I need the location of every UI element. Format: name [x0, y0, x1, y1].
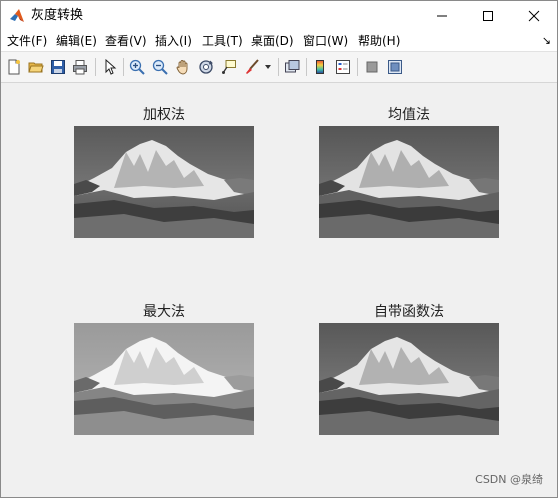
toolbar-separator — [123, 58, 124, 76]
zoom-in-icon[interactable] — [127, 57, 147, 77]
new-figure-icon[interactable] — [4, 57, 24, 77]
minimize-icon — [437, 15, 447, 17]
open-file-icon[interactable] — [26, 57, 46, 77]
subplot-title-weighted: 加权法 — [143, 107, 185, 123]
close-button[interactable] — [511, 1, 557, 31]
matlab-logo-icon — [9, 8, 25, 24]
rotate-3d-icon[interactable] — [196, 57, 216, 77]
subplot-title-builtin: 自带函数法 — [374, 304, 444, 320]
pan-hand-icon[interactable] — [173, 57, 193, 77]
data-cursor-icon[interactable] — [219, 57, 239, 77]
menu-bar: 文件(F) 编辑(E) 查看(V) 插入(I) 工具(T) 桌面(D) 窗口(W… — [1, 31, 557, 51]
print-icon[interactable] — [70, 57, 90, 77]
menu-file[interactable]: 文件(F) — [7, 33, 47, 49]
title-bar: 灰度转换 — [1, 1, 557, 31]
maximize-button[interactable] — [465, 1, 511, 31]
close-icon — [528, 10, 540, 22]
figure-toolbar — [1, 51, 557, 83]
menu-tools[interactable]: 工具(T) — [202, 33, 243, 49]
figure-window: 灰度转换 文件(F) 编辑(E) 查看(V) 插入(I) 工具(T) 桌面(D)… — [0, 0, 558, 498]
zoom-out-icon[interactable] — [150, 57, 170, 77]
subplot-title-max: 最大法 — [143, 304, 185, 320]
show-plot-tools-icon[interactable] — [385, 57, 405, 77]
subplot-title-mean: 均值法 — [388, 107, 430, 123]
toolbar-separator — [278, 58, 279, 76]
select-arrow-icon[interactable] — [100, 57, 120, 77]
dropdown-arrow-icon[interactable] — [263, 57, 273, 77]
menu-help[interactable]: 帮助(H) — [358, 33, 400, 49]
subplot-image-weighted — [74, 126, 254, 238]
menu-edit[interactable]: 编辑(E) — [56, 33, 97, 49]
subplot-image-max — [74, 323, 254, 435]
figure-canvas: 加权法 均值法 最大法 自带函数法 CSDN @泉绮 — [1, 83, 557, 497]
toolbar-separator — [357, 58, 358, 76]
toolbar-separator — [95, 58, 96, 76]
toolbar-separator — [306, 58, 307, 76]
save-icon[interactable] — [48, 57, 68, 77]
brush-icon[interactable] — [242, 57, 262, 77]
watermark: CSDN @泉绮 — [475, 473, 543, 486]
menu-insert[interactable]: 插入(I) — [155, 33, 192, 49]
menu-window[interactable]: 窗口(W) — [303, 33, 348, 49]
subplot-image-builtin — [319, 323, 499, 435]
hide-plot-tools-icon[interactable] — [362, 57, 382, 77]
legend-icon[interactable] — [333, 57, 353, 77]
colorbar-icon[interactable] — [310, 57, 330, 77]
menu-view[interactable]: 查看(V) — [105, 33, 147, 49]
link-plot-icon[interactable] — [282, 57, 302, 77]
window-title: 灰度转换 — [31, 8, 84, 23]
menu-desktop[interactable]: 桌面(D) — [251, 33, 294, 49]
subplot-image-mean — [319, 126, 499, 238]
maximize-icon — [483, 11, 493, 21]
dock-arrow-icon[interactable]: ↘ — [542, 34, 551, 47]
minimize-button[interactable] — [419, 1, 465, 31]
